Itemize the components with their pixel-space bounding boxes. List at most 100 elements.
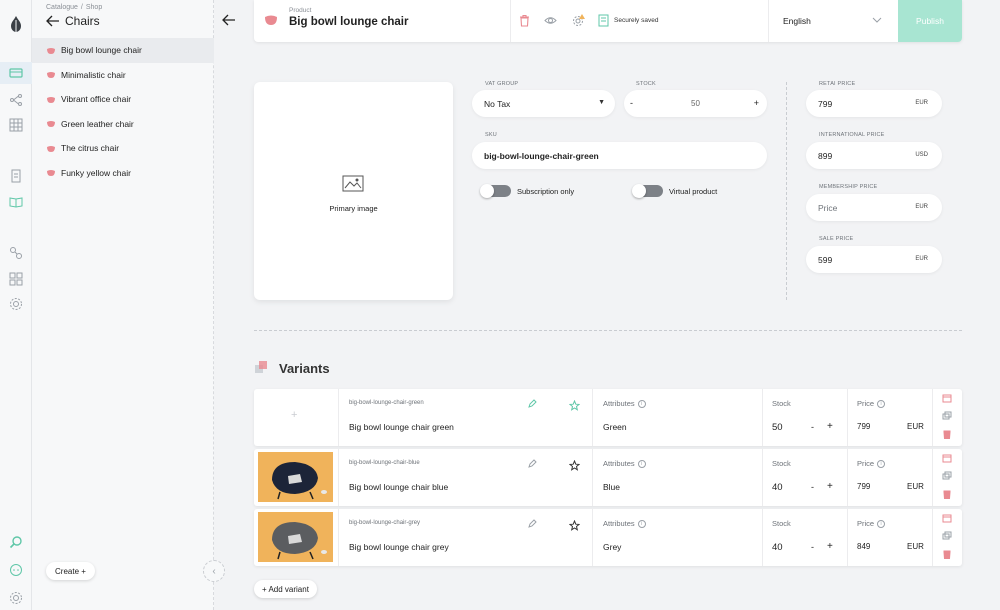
variant-attribute: Blue	[603, 482, 621, 492]
grid-icon[interactable]	[9, 118, 23, 132]
primary-image-upload[interactable]: Primary image	[254, 82, 453, 300]
create-button[interactable]: Create +	[46, 562, 95, 580]
star-icon[interactable]	[569, 520, 580, 531]
sidebar-item-green-leather-chair[interactable]: Green leather chair	[32, 112, 214, 137]
sku-input[interactable]: big-bowl-lounge-chair-green	[472, 142, 767, 169]
edit-pencil-icon[interactable]	[528, 519, 537, 528]
calendar-icon[interactable]	[942, 453, 952, 463]
link-icon[interactable]	[9, 246, 23, 260]
variant-attribute: Green	[603, 422, 627, 432]
variant-price[interactable]: 849	[857, 542, 870, 551]
primary-image-label: Primary image	[329, 204, 378, 213]
breadcrumb-catalogue[interactable]: Catalogue	[46, 4, 78, 11]
stock-decrement-button[interactable]: -	[811, 422, 814, 432]
stock-increment-button[interactable]: +	[827, 541, 833, 552]
variant-sku: big-bowl-lounge-chair-grey	[349, 520, 421, 526]
variant-name: Big bowl lounge chair grey	[349, 542, 449, 552]
stock-increment-button[interactable]: +	[754, 98, 759, 108]
chair-icon	[47, 72, 55, 79]
international-price-input[interactable]: 899 USD	[806, 142, 942, 169]
variant-name: Big bowl lounge chair blue	[349, 482, 449, 492]
calendar-icon[interactable]	[942, 393, 952, 403]
stock-decrement-button[interactable]: -	[811, 542, 814, 552]
chat-icon[interactable]	[9, 563, 23, 577]
book-icon[interactable]	[9, 195, 23, 209]
apps-icon[interactable]	[9, 272, 23, 286]
settings-warning-icon[interactable]	[572, 14, 585, 27]
flow-icon[interactable]	[9, 93, 23, 107]
catalogue-icon[interactable]	[9, 66, 23, 80]
membership-price-label: MEMBERSHIP PRICE	[819, 184, 878, 190]
info-icon[interactable]: i	[637, 400, 646, 409]
info-icon[interactable]: i	[637, 520, 646, 529]
chevron-left-icon: ‹	[212, 565, 216, 577]
sidebar-item-the-citrus-chair[interactable]: The citrus chair	[32, 136, 214, 161]
stock-input[interactable]: 50	[624, 99, 767, 108]
virtual-product-toggle[interactable]	[632, 184, 663, 198]
breadcrumb-shop[interactable]: Shop	[86, 4, 102, 11]
stock-decrement-button[interactable]: -	[811, 482, 814, 492]
sidebar-item-big-bowl-lounge-chair[interactable]: Big bowl lounge chair	[32, 38, 214, 63]
variant-price[interactable]: 799	[857, 482, 870, 491]
variant-image[interactable]	[258, 452, 333, 502]
stock-increment-button[interactable]: +	[827, 481, 833, 492]
settings-icon[interactable]	[9, 297, 23, 311]
add-image-plus-icon[interactable]: +	[291, 409, 297, 421]
retail-price-input[interactable]: 799 EUR	[806, 90, 942, 117]
trash-icon[interactable]	[942, 549, 952, 559]
duplicate-icon[interactable]	[942, 531, 952, 541]
stock-label: STOCK	[636, 81, 656, 87]
sidebar-item-label: The citrus chair	[61, 143, 120, 154]
back-arrow-icon[interactable]	[222, 14, 236, 26]
gear-icon[interactable]	[9, 591, 23, 605]
info-icon[interactable]: i	[877, 400, 886, 409]
membership-currency: EUR	[915, 204, 928, 210]
search-icon[interactable]	[9, 535, 23, 549]
trash-icon[interactable]	[518, 14, 531, 27]
variant-stock-input[interactable]: 40	[772, 482, 783, 493]
chevron-down-icon[interactable]	[872, 16, 882, 24]
info-icon[interactable]: i	[637, 460, 646, 469]
international-price-value: 899	[818, 150, 833, 161]
star-icon[interactable]	[569, 400, 580, 411]
variant-price[interactable]: 799	[857, 422, 870, 431]
sale-price-label: SALE PRICE	[819, 236, 854, 242]
trash-icon[interactable]	[942, 489, 952, 499]
subscription-toggle[interactable]	[480, 184, 511, 198]
price-label: Price i	[857, 459, 886, 469]
trash-icon[interactable]	[942, 429, 952, 439]
saved-document-icon	[597, 14, 610, 27]
info-icon[interactable]: i	[877, 460, 886, 469]
variant-sku: big-bowl-lounge-chair-blue	[349, 460, 420, 466]
duplicate-icon[interactable]	[942, 471, 952, 481]
sidebar-item-label: Funky yellow chair	[61, 167, 131, 178]
sale-currency: EUR	[915, 256, 928, 262]
collapse-sidebar-button[interactable]: ‹	[203, 560, 225, 582]
sidebar-item-funky-yellow-chair[interactable]: Funky yellow chair	[32, 161, 214, 186]
add-variant-button[interactable]: + Add variant	[254, 580, 317, 598]
back-arrow-icon[interactable]	[46, 15, 60, 27]
edit-pencil-icon[interactable]	[528, 459, 537, 468]
variant-image[interactable]	[258, 512, 333, 562]
sidebar-item-minimalistic-chair[interactable]: Minimalistic chair	[32, 63, 214, 88]
sidebar-item-vibrant-office-chair[interactable]: Vibrant office chair	[32, 87, 214, 112]
duplicate-icon[interactable]	[942, 411, 952, 421]
info-icon[interactable]: i	[877, 520, 886, 529]
language-select[interactable]: English	[783, 16, 811, 26]
eye-icon[interactable]	[544, 14, 557, 27]
edit-pencil-icon[interactable]	[528, 399, 537, 408]
membership-price-input[interactable]: Price EUR	[806, 194, 942, 221]
sale-price-input[interactable]: 599 EUR	[806, 246, 942, 273]
publish-button[interactable]: Publish	[898, 0, 962, 42]
star-icon[interactable]	[569, 460, 580, 471]
variant-currency: EUR	[907, 482, 924, 491]
chair-photo-grey	[272, 522, 327, 560]
calendar-icon[interactable]	[942, 513, 952, 523]
variant-stock-input[interactable]: 50	[772, 422, 783, 433]
document-icon[interactable]	[9, 169, 23, 183]
logo-icon[interactable]	[8, 14, 24, 34]
international-price-label: INTERNATIONAL PRICE	[819, 132, 885, 138]
stock-increment-button[interactable]: +	[827, 421, 833, 432]
variant-stock-input[interactable]: 40	[772, 542, 783, 553]
vat-group-select[interactable]: No Tax ▼	[472, 90, 615, 117]
